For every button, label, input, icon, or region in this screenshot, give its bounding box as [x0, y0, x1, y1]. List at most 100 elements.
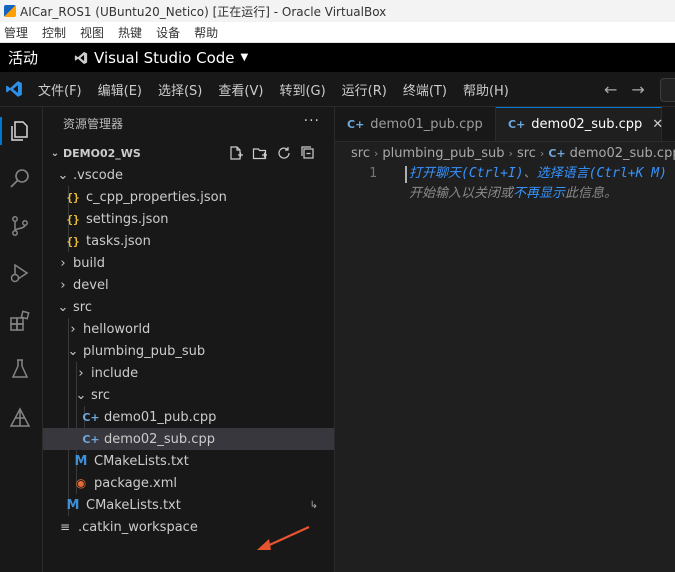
- tree-item-inner-src-folder[interactable]: ⌄ src: [43, 384, 334, 406]
- json-file-icon: {}: [66, 212, 80, 226]
- chevron-down-icon: ⌄: [50, 147, 60, 159]
- chevron-right-icon: ›: [508, 146, 513, 160]
- vbox-window-title: AICar_ROS1 (UBuntu20_Netico) [正在运行] - Or…: [20, 4, 387, 19]
- breadcrumb-src[interactable]: src: [351, 146, 370, 161]
- tree-item-c-cpp-properties[interactable]: {} c_cpp_properties.json: [43, 186, 334, 208]
- workspace-header[interactable]: ⌄ DEMO02_WS: [43, 142, 334, 164]
- explorer-sidebar: 资源管理器 ··· ⌄ DEMO02_WS ⌄ .vscode {} c_cpp…: [43, 107, 335, 572]
- editor-hint-line1: 打开聊天(Ctrl+I)、选择语言(Ctrl+K M): [409, 166, 667, 181]
- vscode-title-bar: 文件(F) 编辑(E) 选择(S) 查看(V) 转到(G) 运行(R) 终端(T…: [0, 72, 675, 107]
- cpp-file-icon: C+: [347, 117, 365, 131]
- menu-help[interactable]: 帮助(H): [463, 80, 509, 99]
- chevron-right-icon: ›: [60, 255, 66, 271]
- line-number: 1: [369, 166, 377, 181]
- menu-view[interactable]: 查看(V): [218, 80, 263, 99]
- refresh-icon[interactable]: [272, 144, 296, 162]
- tree-item-devel-folder[interactable]: › devel: [43, 274, 334, 296]
- tree-item-vscode-folder[interactable]: ⌄ .vscode: [43, 164, 334, 186]
- vbox-menu-hotkey[interactable]: 热键: [118, 24, 142, 41]
- chevron-right-icon: ›: [539, 146, 545, 160]
- editor-area: C+ demo01_pub.cpp C+ demo02_sub.cpp ✕ sr…: [335, 107, 675, 572]
- cmake-file-icon: M: [74, 453, 88, 469]
- new-file-icon[interactable]: [224, 144, 248, 162]
- tree-item-settings-json[interactable]: {} settings.json: [43, 208, 334, 230]
- xml-file-icon: ◉: [75, 476, 87, 490]
- menu-selection[interactable]: 选择(S): [158, 80, 202, 99]
- search-icon[interactable]: [0, 159, 40, 199]
- vscode-logo-icon: [6, 81, 22, 97]
- tree-item-pkg-cmakelists[interactable]: M CMakeLists.txt: [43, 450, 334, 472]
- app-menu[interactable]: Visual Studio Code ▼: [74, 49, 248, 67]
- tree-item-demo02-sub-cpp[interactable]: C+ demo02_sub.cpp: [43, 428, 334, 450]
- tree-item-src-cmakelists[interactable]: M CMakeLists.txt ↳: [43, 494, 334, 516]
- activity-bar: [0, 107, 43, 572]
- tree-item-helloworld-folder[interactable]: › helloworld: [43, 318, 334, 340]
- menu-go[interactable]: 转到(G): [279, 80, 325, 99]
- breadcrumb: src › plumbing_pub_sub › src › C+ demo02…: [335, 142, 675, 164]
- testing-icon[interactable]: [0, 349, 40, 389]
- cpp-file-icon: C+: [82, 432, 100, 446]
- workspace-actions: [224, 144, 320, 162]
- editor-tabs: C+ demo01_pub.cpp C+ demo02_sub.cpp ✕: [335, 107, 675, 142]
- vbox-menu-view[interactable]: 视图: [80, 24, 104, 41]
- vbox-menu-control[interactable]: 控制: [42, 24, 66, 41]
- chevron-right-icon: ›: [78, 365, 84, 381]
- tree-item-tasks-json[interactable]: {} tasks.json: [43, 230, 334, 252]
- tab-demo01-pub[interactable]: C+ demo01_pub.cpp: [335, 107, 496, 141]
- cpp-file-icon: C+: [82, 410, 100, 424]
- cpp-file-icon: C+: [548, 146, 566, 160]
- tree-item-include-folder[interactable]: › include: [43, 362, 334, 384]
- breadcrumb-file[interactable]: demo02_sub.cpp: [570, 146, 675, 161]
- breadcrumb-inner-src[interactable]: src: [517, 146, 536, 161]
- explorer-title: 资源管理器: [63, 116, 124, 131]
- menu-edit[interactable]: 编辑(E): [98, 80, 142, 99]
- activities-button[interactable]: 活动: [8, 47, 38, 68]
- vbox-menu-devices[interactable]: 设备: [156, 24, 180, 41]
- breadcrumb-plumbing-pub-sub[interactable]: plumbing_pub_sub: [382, 146, 504, 161]
- forward-arrow-icon[interactable]: →: [631, 80, 644, 99]
- chevron-right-icon: ›: [70, 321, 76, 337]
- source-control-icon[interactable]: [0, 206, 40, 246]
- explorer-header: 资源管理器 ···: [43, 107, 334, 139]
- dont-show-again-link[interactable]: 不再显示: [513, 186, 565, 201]
- more-actions-icon[interactable]: ···: [304, 113, 320, 129]
- text-cursor: [405, 166, 407, 183]
- menu-run[interactable]: 运行(R): [342, 80, 387, 99]
- tree-item-demo01-pub-cpp[interactable]: C+ demo01_pub.cpp: [43, 406, 334, 428]
- vbox-menu-manage[interactable]: 管理: [4, 24, 28, 41]
- tab-demo02-sub[interactable]: C+ demo02_sub.cpp ✕: [496, 107, 663, 141]
- cpp-file-icon: C+: [508, 118, 526, 131]
- extensions-icon[interactable]: [0, 301, 40, 341]
- run-debug-icon[interactable]: [0, 253, 40, 293]
- collapse-all-icon[interactable]: [296, 144, 320, 162]
- chevron-right-icon: ›: [60, 277, 66, 293]
- tree-item-package-xml[interactable]: ◉ package.xml: [43, 472, 334, 494]
- chevron-down-icon: ⌄: [67, 343, 79, 359]
- app-name: Visual Studio Code: [94, 48, 235, 67]
- tree-item-plumbing-pub-sub-folder[interactable]: ⌄ plumbing_pub_sub: [43, 340, 334, 362]
- chevron-down-icon: ⌄: [75, 387, 87, 403]
- chevron-down-icon: ⌄: [57, 299, 69, 315]
- select-language-link[interactable]: 选择语言(Ctrl+K M): [537, 166, 667, 181]
- menu-terminal[interactable]: 终端(T): [403, 80, 447, 99]
- vbox-menu-bar: 管理 控制 视图 热键 设备 帮助: [0, 22, 675, 43]
- nav-arrows: ← →: [604, 72, 659, 106]
- virtualbox-icon: [4, 5, 16, 17]
- symlink-icon: ↳: [309, 499, 318, 511]
- open-chat-link[interactable]: 打开聊天(Ctrl+I): [409, 166, 524, 181]
- explorer-icon[interactable]: [0, 111, 40, 151]
- text-file-icon: ≡: [59, 520, 71, 534]
- tree-item-src-folder[interactable]: ⌄ src: [43, 296, 334, 318]
- vscode-icon: [74, 51, 88, 64]
- new-folder-icon[interactable]: [248, 144, 272, 162]
- back-arrow-icon[interactable]: ←: [604, 80, 617, 99]
- vbox-menu-help[interactable]: 帮助: [194, 24, 218, 41]
- json-file-icon: {}: [66, 234, 80, 248]
- workspace-name: DEMO02_WS: [63, 146, 141, 160]
- command-center[interactable]: [660, 78, 675, 102]
- menu-file[interactable]: 文件(F): [38, 80, 82, 99]
- annotation-arrow: [257, 525, 310, 550]
- ros-icon[interactable]: [0, 398, 40, 438]
- close-icon[interactable]: ✕: [652, 117, 663, 132]
- tree-item-build-folder[interactable]: › build: [43, 252, 334, 274]
